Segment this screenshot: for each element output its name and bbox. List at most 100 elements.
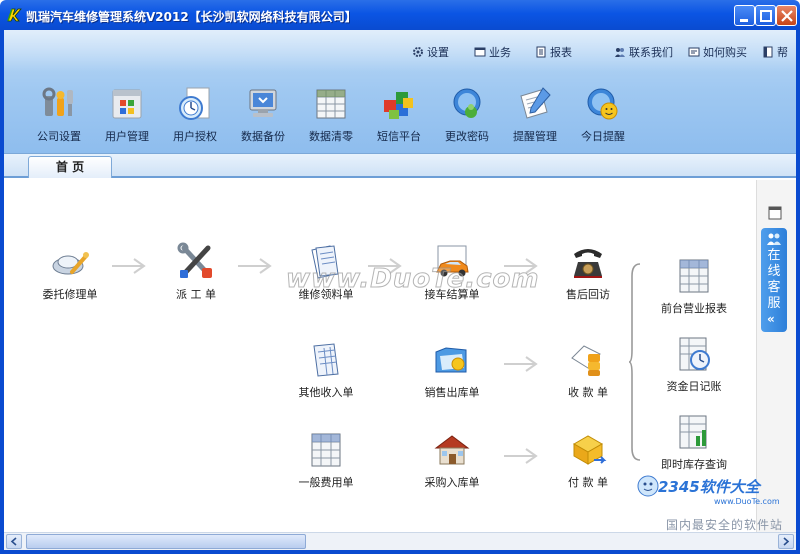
top-link-label: 报表 — [550, 46, 572, 59]
folder-box-icon — [435, 347, 467, 373]
top-link-label: 帮 — [777, 46, 788, 59]
summary-brace — [628, 263, 641, 461]
flow-receipt[interactable]: 收 款 单 — [538, 340, 638, 400]
top-link-help[interactable]: 帮 — [762, 44, 788, 60]
tools-icon — [177, 242, 212, 278]
toolbar-label: 提醒管理 — [513, 130, 557, 143]
badge-slogan: 国内最安全的软件站 — [666, 518, 784, 532]
toolbar-company-settings[interactable]: 公司设置 — [26, 86, 92, 146]
toolbar-data-backup[interactable]: 数据备份 — [230, 86, 296, 146]
toolbar-reminder-management[interactable]: 提醒管理 — [502, 86, 568, 146]
user-management-icon — [112, 89, 142, 119]
window-icon[interactable] — [768, 206, 782, 220]
top-link-label: 联系我们 — [629, 46, 673, 59]
top-link-business[interactable]: 业务 — [474, 44, 511, 60]
house-icon — [434, 435, 470, 465]
data-clear-icon — [316, 89, 346, 119]
spreadsheet-icon — [313, 343, 339, 377]
help-icon — [763, 46, 773, 58]
today-reminder-icon — [587, 88, 618, 120]
top-link-label: 业务 — [489, 46, 511, 59]
maximize-button[interactable] — [755, 5, 776, 26]
flow-stock-query[interactable]: 即时库存查询 — [644, 412, 744, 472]
journal-clock-icon — [679, 337, 710, 371]
app-logo-icon — [7, 8, 22, 22]
toolbar-label: 更改密码 — [445, 130, 489, 143]
scroll-thumb[interactable] — [26, 534, 306, 549]
tab-strip: 首 页 — [4, 154, 796, 178]
window-frame-bottom — [0, 550, 800, 554]
flow-general-expense[interactable]: 一般费用单 — [276, 430, 376, 490]
toolbar-change-password[interactable]: 更改密码 — [434, 86, 500, 146]
flow-label: 收 款 单 — [568, 386, 608, 399]
window-title: 凯瑞汽车维修管理系统V2012【长沙凯软网络科技有限公司】 — [26, 10, 357, 24]
gear-icon — [413, 47, 423, 57]
toolbar-user-management[interactable]: 用户管理 — [94, 86, 160, 146]
repair-order-icon — [52, 252, 89, 275]
tab-home[interactable]: 首 页 — [28, 156, 112, 178]
report-icon — [536, 46, 546, 58]
flow-label: 其他收入单 — [298, 386, 354, 399]
top-link-purchase[interactable]: 如何购买 — [688, 44, 747, 60]
mascot-icon — [637, 475, 659, 497]
chevron-left-icon: « — [767, 312, 775, 326]
top-links: 设置 业务 报表 联系我们 如何购买 帮 — [4, 44, 796, 60]
top-link-contact[interactable]: 联系我们 — [614, 44, 673, 60]
badge-url: www.DuoTe.com — [714, 497, 780, 506]
flow-dispatch-order[interactable]: 派 工 单 — [146, 242, 246, 302]
minimize-button[interactable] — [734, 5, 755, 26]
toolbar-label: 今日提醒 — [581, 130, 625, 143]
toolbar-label: 短信平台 — [377, 130, 421, 143]
flow-label: 委托修理单 — [42, 288, 98, 301]
flow-sales-outbound[interactable]: 销售出库单 — [402, 340, 502, 400]
data-backup-icon — [249, 89, 277, 117]
online-support-label: 在线客服 — [767, 248, 781, 311]
toolbar-user-authorization[interactable]: 用户授权 — [162, 86, 228, 146]
sms-platform-icon — [384, 92, 413, 119]
flow-label: 付 款 单 — [568, 476, 608, 489]
site-badge: 2345软件大全 www.DuoTe.com 国内最安全的软件站 — [636, 470, 796, 540]
flow-front-desk-report[interactable]: 前台营业报表 — [644, 256, 744, 316]
flow-after-sales-followup[interactable]: 售后回访 — [538, 242, 638, 302]
close-button[interactable] — [776, 5, 797, 26]
telephone-icon — [574, 249, 602, 278]
cart-icon — [688, 47, 700, 57]
flow-purchase-inbound[interactable]: 采购入库单 — [402, 430, 502, 490]
scroll-left-button[interactable] — [6, 534, 22, 549]
toolbar-label: 公司设置 — [37, 130, 81, 143]
flow-label: 前台营业报表 — [661, 302, 727, 315]
contacts-icon — [615, 48, 625, 57]
flow-label: 售后回访 — [566, 288, 610, 301]
flow-entrust-order[interactable]: 委托修理单 — [20, 242, 120, 302]
flow-payment[interactable]: 付 款 单 — [538, 430, 638, 490]
online-support-button[interactable]: 在线客服 « — [761, 228, 787, 332]
receive-money-icon — [571, 345, 601, 376]
calculator-sheet-icon — [311, 433, 341, 467]
flow-arrow — [504, 356, 538, 372]
company-settings-icon — [42, 87, 73, 116]
top-link-reports[interactable]: 报表 — [535, 44, 572, 60]
people-icon — [767, 233, 781, 245]
flow-cash-journal[interactable]: 资金日记账 — [644, 334, 744, 394]
top-link-label: 设置 — [427, 46, 449, 59]
flow-label: 销售出库单 — [424, 386, 480, 399]
flow-label: 采购入库单 — [424, 476, 480, 489]
close-icon — [781, 10, 793, 22]
top-banner: 设置 业务 报表 联系我们 如何购买 帮 公司设置 用户管理 用户授权 数据备份… — [4, 30, 796, 154]
toolbar-today-reminder[interactable]: 今日提醒 — [570, 86, 636, 146]
top-link-settings[interactable]: 设置 — [412, 44, 449, 60]
toolbar-label: 用户管理 — [105, 130, 149, 143]
toolbar-label: 用户授权 — [173, 130, 217, 143]
flow-other-income[interactable]: 其他收入单 — [276, 340, 376, 400]
main-toolbar: 公司设置 用户管理 用户授权 数据备份 数据清零 短信平台 更改密码 提醒管理 … — [4, 86, 796, 146]
window-icon — [474, 47, 486, 57]
flow-arrow — [112, 258, 146, 274]
toolbar-data-clear[interactable]: 数据清零 — [298, 86, 364, 146]
flow-arrow — [238, 258, 272, 274]
title-bar[interactable]: 凯瑞汽车维修管理系统V2012【长沙凯软网络科技有限公司】 — [0, 0, 800, 30]
flow-arrow — [504, 448, 538, 464]
change-password-icon — [453, 88, 481, 118]
toolbar-sms-platform[interactable]: 短信平台 — [366, 86, 432, 146]
toolbar-label: 数据备份 — [241, 130, 285, 143]
reminder-management-icon — [520, 87, 551, 119]
